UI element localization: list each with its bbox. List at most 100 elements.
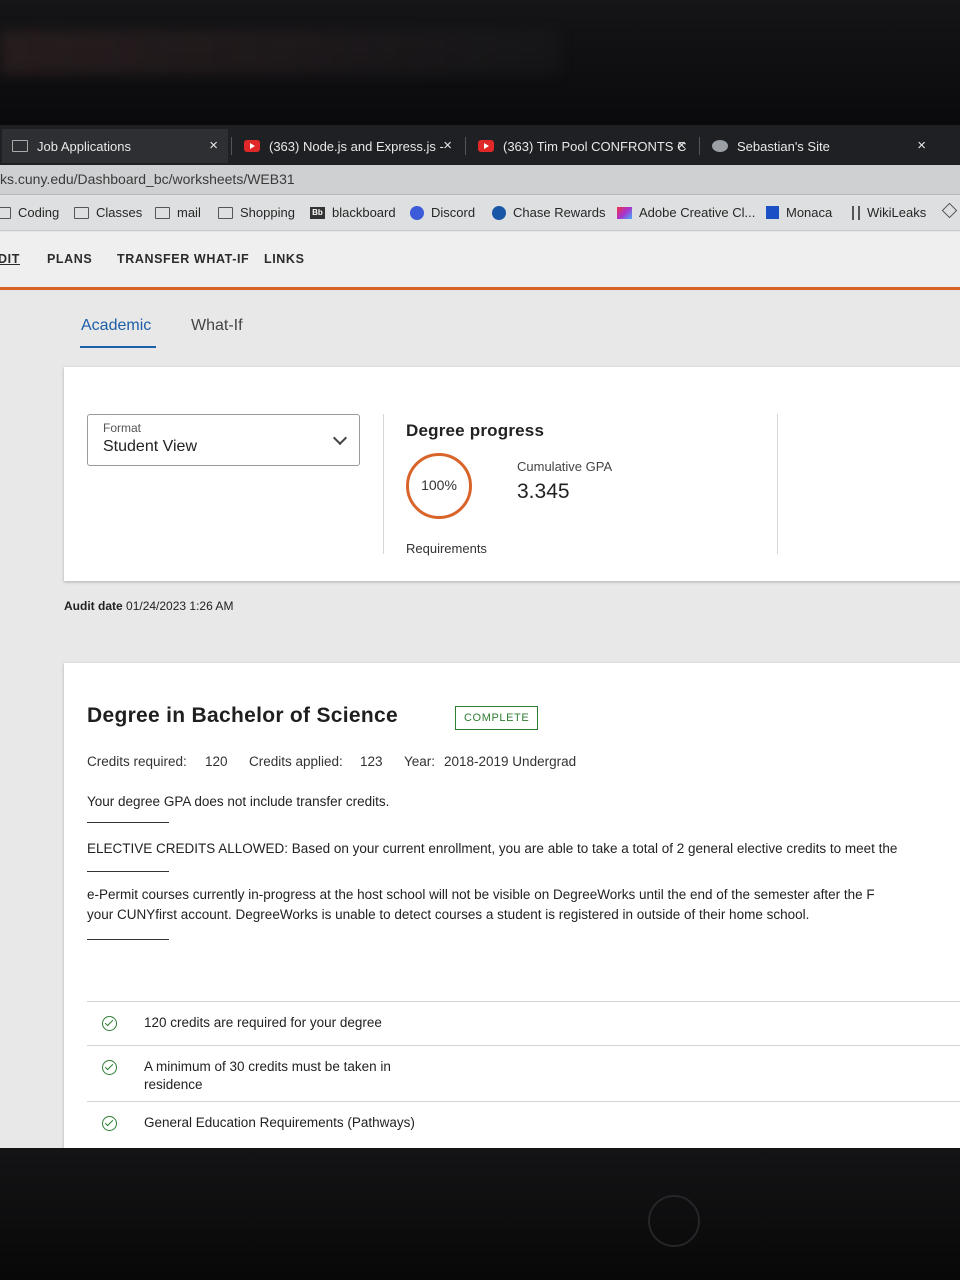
bookmark-label: WikiLeaks (867, 205, 927, 220)
url-text[interactable]: ks.cuny.edu/Dashboard_bc/worksheets/WEB3… (0, 171, 295, 187)
bookmark-discord[interactable]: Discord (410, 205, 475, 220)
app-navigation: DIT PLANS TRANSFER WHAT-IF LINKS (0, 232, 960, 290)
bookmark-label: blackboard (332, 205, 396, 220)
bookmark-label: Coding (18, 205, 60, 220)
bookmark-mail[interactable]: mail (155, 205, 201, 220)
close-icon[interactable]: × (677, 137, 686, 154)
bookmark-label: Adobe Creative Cl... (639, 205, 756, 220)
folder-icon (0, 206, 11, 219)
bookmark-chase-rewards[interactable]: Chase Rewards (492, 205, 606, 220)
bookmark-label: Chase Rewards (513, 205, 606, 220)
credits-applied-label: Credits applied: (249, 754, 343, 769)
close-icon[interactable]: × (209, 137, 218, 154)
divider (87, 822, 169, 823)
address-bar[interactable]: ks.cuny.edu/Dashboard_bc/worksheets/WEB3… (0, 165, 960, 195)
bookmark-coding[interactable]: Coding (0, 205, 59, 220)
chevron-down-icon (332, 430, 348, 446)
year-value: 2018-2019 Undergrad (444, 754, 577, 769)
gpa-value: 3.345 (517, 480, 570, 503)
monaca-icon (766, 206, 779, 219)
nav-plans[interactable]: PLANS (47, 252, 92, 266)
bookmark-classes[interactable]: Classes (74, 205, 142, 220)
audit-date: Audit date 01/24/2023 1:26 AM (64, 599, 233, 613)
bookmark-monaca[interactable]: Monaca (766, 205, 832, 220)
check-circle-icon (102, 1116, 117, 1131)
divider (87, 871, 169, 872)
tab-what-if[interactable]: What-If (191, 317, 243, 335)
tab-nodejs-video[interactable]: (363) Node.js and Express.js - × (234, 129, 462, 163)
list-item[interactable]: 120 credits are required for your degree (87, 1001, 960, 1045)
tab-timpool-video[interactable]: (363) Tim Pool CONFRONTS C × (468, 129, 696, 163)
browser-window: Job Applications × (363) Node.js and Exp… (0, 125, 960, 1148)
bookmark-label: Classes (96, 205, 143, 220)
blackboard-icon: Bb (310, 206, 325, 219)
requirements-label: Requirements (406, 541, 487, 556)
diamond-icon (941, 202, 958, 219)
tab-academic[interactable]: Academic (81, 317, 151, 335)
degree-progress-title: Degree progress (406, 421, 545, 440)
divider (777, 414, 778, 554)
credits-required-value: 120 (205, 754, 228, 769)
bookmark-wikileaks[interactable]: WikiLeaks (852, 205, 926, 220)
check-circle-icon (102, 1016, 117, 1031)
hp-logo-icon (648, 1195, 700, 1247)
format-label: Format (103, 421, 142, 435)
folder-icon (74, 206, 89, 219)
bookmark-overflow[interactable] (941, 202, 960, 219)
divider (383, 414, 384, 554)
bookmark-shopping[interactable]: Shopping (218, 205, 295, 220)
nav-transfer-what-if[interactable]: TRANSFER WHAT-IF (117, 252, 249, 266)
close-icon[interactable]: × (443, 137, 452, 154)
folder-icon (12, 140, 28, 152)
elective-credits-note: ELECTIVE CREDITS ALLOWED: Based on your … (87, 841, 898, 856)
list-item[interactable]: General Education Requirements (Pathways… (87, 1101, 960, 1145)
requirement-text: A minimum of 30 credits must be taken in… (144, 1059, 391, 1092)
bookmark-label: Discord (431, 205, 476, 220)
format-select[interactable]: Format Student View (87, 414, 360, 466)
bookmark-blackboard[interactable]: Bb blackboard (310, 205, 396, 220)
summary-card: Format Student View Degree progress 100%… (64, 367, 960, 581)
chase-icon (492, 205, 506, 220)
requirement-text: General Education Requirements (Pathways… (144, 1115, 415, 1130)
degree-title: Degree in Bachelor of Science (87, 704, 398, 727)
audit-date-label: Audit date (64, 599, 123, 613)
tab-separator (465, 137, 466, 155)
bookmark-adobe[interactable]: Adobe Creative Cl... (617, 205, 755, 220)
tab-title: (363) Node.js and Express.js - (269, 138, 444, 154)
youtube-icon (478, 140, 494, 152)
degree-card: Degree in Bachelor of Science COMPLETE C… (64, 663, 960, 1148)
tab-title: Job Applications (37, 138, 131, 154)
folder-icon (155, 206, 170, 219)
divider (87, 939, 169, 940)
check-circle-icon (102, 1060, 117, 1075)
site-icon (712, 140, 728, 152)
tab-separator (231, 137, 232, 155)
main-content: Academic What-If Format Student View Deg… (0, 293, 960, 1148)
wikileaks-icon (852, 205, 860, 220)
screen-glare (0, 30, 560, 75)
nav-audit[interactable]: DIT (0, 252, 20, 266)
tab-title: Sebastian's Site (737, 138, 830, 154)
monitor-bezel-bottom (0, 1148, 960, 1280)
audit-date-value: 01/24/2023 1:26 AM (126, 599, 234, 613)
list-item[interactable]: A minimum of 30 credits must be taken in… (87, 1045, 960, 1101)
youtube-icon (244, 140, 260, 152)
discord-icon (410, 205, 424, 220)
requirement-text: 120 credits are required for your degree (144, 1015, 382, 1030)
tab-separator (699, 137, 700, 155)
credits-required-label: Credits required: (87, 754, 187, 769)
bookmark-label: mail (177, 205, 201, 220)
tab-sebastians-site[interactable]: Sebastian's Site × (702, 129, 936, 163)
credits-applied-value: 123 (360, 754, 383, 769)
adobe-icon (617, 206, 632, 219)
year-label: Year: (404, 754, 436, 769)
folder-icon (218, 206, 233, 219)
tab-job-applications[interactable]: Job Applications × (2, 129, 228, 163)
status-badge: COMPLETE (455, 706, 539, 730)
nav-links[interactable]: LINKS (264, 252, 305, 266)
tab-strip: Job Applications × (363) Node.js and Exp… (0, 125, 960, 165)
close-icon[interactable]: × (917, 137, 926, 154)
active-tab-indicator (80, 346, 156, 348)
bookmark-label: Shopping (240, 205, 295, 220)
epermit-note-line2: your CUNYfirst account. DegreeWorks is u… (87, 907, 810, 922)
